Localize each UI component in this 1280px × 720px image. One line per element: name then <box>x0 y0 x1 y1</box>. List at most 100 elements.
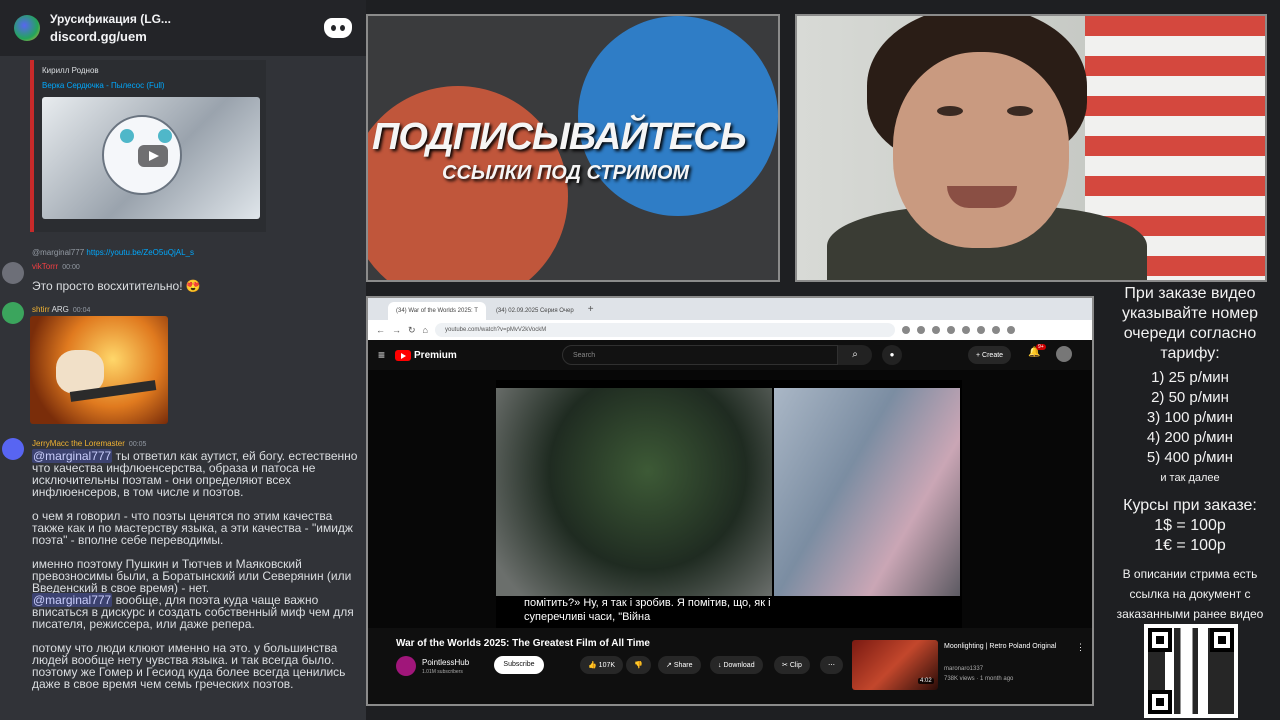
play-icon[interactable] <box>138 145 168 167</box>
video-subtitle: помітить?» Ну, я так і зробив. Я помітив… <box>524 597 771 623</box>
share-label: Share <box>673 661 693 669</box>
reload-icon[interactable]: ↻ <box>408 325 416 336</box>
create-label: Create <box>982 351 1004 359</box>
tariff-etc: и так далее <box>1160 472 1220 484</box>
server-title: Урусификация (LG... <box>50 12 171 26</box>
create-button[interactable]: + Create <box>968 346 1012 364</box>
reply-reference[interactable]: @marginal777 https://youtu.be/ZeO5uQjAL_… <box>32 248 194 257</box>
share-button[interactable]: ↗ Share <box>658 656 701 674</box>
search-input[interactable]: Search <box>562 345 838 365</box>
video-player[interactable]: помітить?» Ну, я так і зробив. Я помітив… <box>368 370 1092 630</box>
thumbs-up-icon: 👍 <box>588 662 599 669</box>
eye <box>1007 106 1033 116</box>
qr-code[interactable] <box>1144 624 1238 718</box>
tariff-item: 5) 400 р/мин <box>1146 449 1234 466</box>
message-text: Это просто восхитительно! 😍 <box>32 280 201 292</box>
youtube-header: ≡ Premium Search ⌕ ● + Create 🔔 9+ <box>368 340 1092 370</box>
embed-link[interactable]: Верка Сердючка - Пылесос (Full) <box>42 81 258 90</box>
back-icon[interactable]: ← <box>376 325 385 335</box>
new-tab-icon[interactable]: + <box>588 304 594 315</box>
server-invite[interactable]: discord.gg/uem <box>50 29 324 44</box>
youtube-logo-icon[interactable] <box>395 349 412 361</box>
avatar[interactable] <box>2 438 24 460</box>
dislike-button[interactable]: 👎 <box>626 656 651 674</box>
subscriber-count: 1.01M subscribers <box>422 669 463 675</box>
extension-icon[interactable] <box>931 326 940 334</box>
reply-link[interactable]: https://youtu.be/ZeO5uQjAL_s <box>86 248 194 257</box>
avatar[interactable] <box>2 302 24 324</box>
author-name: JerryMacc the Loremaster <box>32 439 125 448</box>
discord-logo-icon <box>324 18 352 38</box>
download-button[interactable]: ↓ Download <box>710 656 763 674</box>
qr-finder <box>1148 690 1172 714</box>
recommended-channel[interactable]: maronaro1337 <box>944 666 983 672</box>
extension-icon[interactable] <box>901 326 910 334</box>
message-paragraph: о чем я говорил - что поэты ценятся по э… <box>32 509 353 547</box>
qr-finder <box>1148 628 1172 652</box>
more-vertical-icon[interactable]: ⋮ <box>1076 642 1085 653</box>
video-duration: 4:02 <box>918 678 934 684</box>
extension-icon[interactable] <box>916 326 925 334</box>
clip-label: Clip <box>789 661 802 669</box>
eye <box>937 106 963 116</box>
subscribe-button[interactable]: Subscribe <box>494 656 544 674</box>
cat-gif-image[interactable] <box>30 316 168 424</box>
discord-header: Урусификация (LG... discord.gg/uem <box>0 0 366 56</box>
account-avatar[interactable] <box>1056 346 1072 362</box>
extension-icon[interactable] <box>1006 326 1015 334</box>
video-scene-right <box>774 388 960 596</box>
usd-rate: 1$ = 100р <box>1154 517 1226 534</box>
user-badge: ARG <box>51 305 69 314</box>
tariff-item: 3) 100 р/мин <box>1146 409 1234 426</box>
person-face <box>893 52 1069 248</box>
video-title: War of the Worlds 2025: The Greatest Fil… <box>396 638 650 649</box>
discord-chat-panel: Урусификация (LG... discord.gg/uem Кирил… <box>0 0 366 720</box>
browser-tab[interactable]: (34) War of the Worlds 2025: T <box>388 302 486 320</box>
order-instructions: При заказе видео указывайте номер очеред… <box>1121 285 1259 362</box>
channel-name[interactable]: PointlessHub <box>422 658 469 667</box>
extension-icon[interactable] <box>961 326 970 334</box>
extension-icon[interactable] <box>946 326 955 334</box>
search-icon[interactable]: ⌕ <box>838 345 872 365</box>
qr-finder <box>1210 628 1234 652</box>
more-actions-icon[interactable]: ⋯ <box>820 656 843 674</box>
tariff-item: 4) 200 р/мин <box>1146 429 1234 446</box>
description-note: В описании стрима есть ссылка на докумен… <box>1116 567 1264 621</box>
courses-title: Курсы при заказе: <box>1123 497 1257 514</box>
browser-tab[interactable]: (34) 02.09.2025 Серия Очер <box>488 302 582 320</box>
youtube-brand[interactable]: Premium <box>414 350 457 361</box>
reply-user: @marginal777 <box>32 248 85 257</box>
message-author[interactable]: shtirr ARG 00:04 <box>32 305 90 314</box>
like-button[interactable]: 👍 107K <box>580 656 624 674</box>
home-icon[interactable]: ⌂ <box>423 325 428 335</box>
share-icon: ↗ <box>666 662 674 669</box>
promo-headline: ПОДПИСЫВАЙТЕСЬ <box>372 116 747 158</box>
like-count: 107K <box>598 661 616 669</box>
recommended-title[interactable]: Moonlighting | Retro Poland Original <box>944 642 1068 652</box>
tariff-item: 1) 25 р/мин <box>1151 369 1229 386</box>
menu-icon[interactable]: ≡ <box>378 348 385 362</box>
extension-icon[interactable] <box>991 326 1000 334</box>
message-author[interactable]: vikTorrr 00:00 <box>32 262 80 271</box>
message-author[interactable]: JerryMacc the Loremaster 00:05 <box>32 439 146 448</box>
forward-icon[interactable]: → <box>392 325 401 335</box>
youtube-embed: Кирилл Роднов Верка Сердючка - Пылесос (… <box>30 60 266 232</box>
recommended-meta: 738K views · 1 month ago <box>944 676 1014 682</box>
extension-icon[interactable] <box>976 326 985 334</box>
embed-thumbnail[interactable] <box>42 97 260 219</box>
avatar[interactable] <box>2 262 24 284</box>
stream-layout: Урусификация (LG... discord.gg/uem Кирил… <box>0 0 1280 720</box>
url-input[interactable]: youtube.com/watch?v=pMvV2kVockM <box>434 323 895 337</box>
promo-subline: ССЫЛКИ ПОД СТРИМОМ <box>442 162 690 184</box>
notification-badge: 9+ <box>1036 344 1046 350</box>
long-message: @marginal777 ты ответил как аутист, ей б… <box>32 449 366 690</box>
clip-button[interactable]: ✂ Clip <box>774 656 810 674</box>
thumbs-down-icon: 👎 <box>634 662 643 669</box>
channel-avatar[interactable] <box>396 656 416 676</box>
message-body: Это просто восхитительно! <box>32 279 183 293</box>
video-info: War of the Worlds 2025: The Greatest Fil… <box>368 628 1092 704</box>
anime-eye <box>158 129 172 143</box>
microphone-icon[interactable]: ● <box>882 345 902 365</box>
download-label: Download <box>723 661 755 669</box>
message-time: 00:05 <box>128 441 147 448</box>
